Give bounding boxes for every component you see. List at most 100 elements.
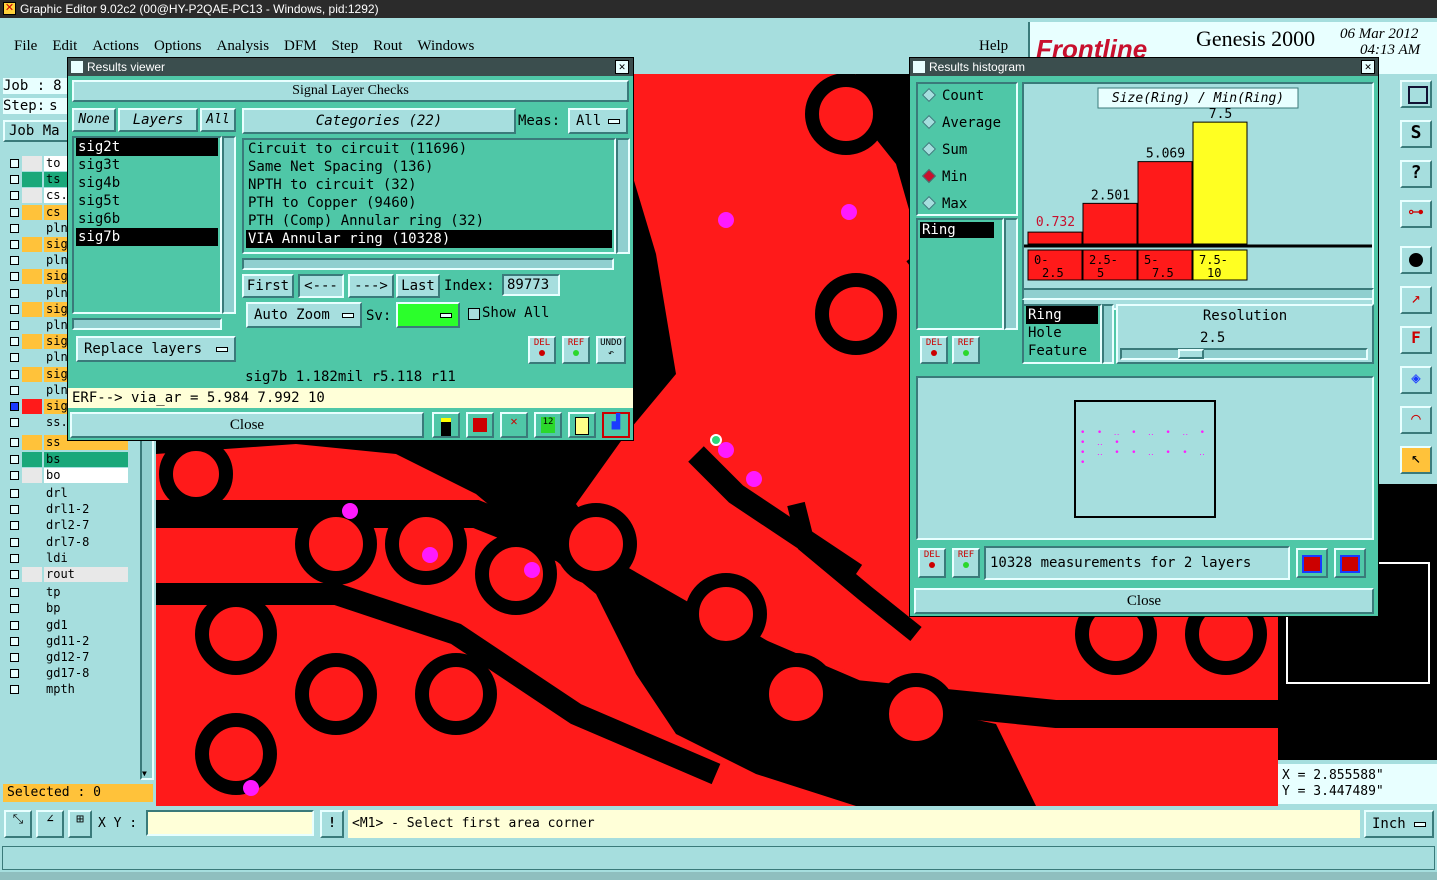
result-layer-item[interactable]: sig6b <box>76 210 218 228</box>
layer-row[interactable]: gd12-7 <box>6 650 128 665</box>
menu-analysis[interactable]: Analysis <box>217 38 270 55</box>
prev-button[interactable]: <--- <box>298 274 344 298</box>
layer-checkbox[interactable] <box>10 620 19 630</box>
histogram-bar[interactable] <box>1137 161 1193 245</box>
category-item[interactable]: Same Net Spacing (136) <box>246 158 612 176</box>
layer-checkbox[interactable] <box>10 669 19 679</box>
meas-dropdown[interactable]: All <box>568 108 628 134</box>
result-layer-item[interactable]: sig3t <box>76 156 218 174</box>
results-viewer-titlebar[interactable]: Results viewer <box>68 58 633 76</box>
category-item[interactable]: Circuit to circuit (11696) <box>246 140 612 158</box>
toolbar-btn-4[interactable]: ⊶ <box>1400 200 1432 228</box>
replace-layers-dropdown[interactable]: Replace layers <box>76 336 236 362</box>
toolbar-btn-10[interactable]: ↖ <box>1400 446 1432 474</box>
undo-button[interactable]: UNDO ↶ <box>596 336 626 364</box>
layer-checkbox[interactable] <box>10 223 19 233</box>
category-item[interactable]: PTH (Comp) Annular ring (32) <box>246 212 612 230</box>
snap-button-2[interactable]: ∠ <box>36 810 64 838</box>
menu-options[interactable]: Options <box>154 38 202 55</box>
histogram-item-scrollbar[interactable] <box>1004 218 1018 330</box>
histogram-bar[interactable] <box>1027 231 1083 245</box>
layer-checkbox[interactable] <box>10 454 19 464</box>
hist-del-button[interactable]: DEL <box>918 548 946 578</box>
layer-checkbox[interactable] <box>10 402 19 411</box>
layer-row[interactable]: drl2-7 <box>6 518 128 534</box>
units-dropdown[interactable]: Inch <box>1364 810 1434 838</box>
layer-row[interactable]: drl1-2 <box>6 502 128 518</box>
layer-checkbox[interactable] <box>10 321 19 330</box>
layer-checkbox[interactable] <box>10 353 19 363</box>
del-button[interactable]: DEL <box>528 336 556 364</box>
layer-checkbox[interactable] <box>10 570 19 579</box>
layer-checkbox[interactable] <box>10 159 19 168</box>
layer-checkbox[interactable] <box>10 505 19 515</box>
layer-checkbox[interactable] <box>10 304 19 314</box>
resolution-slider-thumb[interactable] <box>1178 349 1204 359</box>
layer-checkbox[interactable] <box>10 553 19 563</box>
tool-btn-1[interactable] <box>432 412 460 438</box>
layer-checkbox[interactable] <box>10 369 19 379</box>
layer-checkbox[interactable] <box>10 191 19 201</box>
layer-checkbox[interactable] <box>10 337 19 347</box>
toolbar-btn-6[interactable]: ↗ <box>1400 286 1432 314</box>
layer-checkbox[interactable] <box>10 240 19 249</box>
ref-button[interactable]: REF <box>562 336 590 364</box>
layer-checkbox[interactable] <box>10 636 19 646</box>
hist-ref-button[interactable]: REF <box>952 548 980 578</box>
tool-btn-4[interactable]: 12 <box>534 412 562 438</box>
first-button[interactable]: First <box>242 274 294 298</box>
export-button-1[interactable] <box>1296 548 1328 578</box>
histogram-chart[interactable]: Size(Ring) / Min(Ring) 0.732 0-2.5 2.501 2.5… <box>1024 84 1372 308</box>
layer-checkbox[interactable] <box>10 489 19 498</box>
categories-hscroll[interactable] <box>242 258 614 270</box>
category-item[interactable]: NPTH to circuit (32) <box>246 176 612 194</box>
histogram-item-list[interactable]: Ring <box>916 218 1004 330</box>
layer-checkbox[interactable] <box>10 175 19 185</box>
layer-row[interactable]: gd17-8 <box>6 666 128 682</box>
results-viewer-close-icon[interactable]: ✕ <box>615 60 629 74</box>
histogram-button[interactable]: ▟ <box>602 412 630 438</box>
layer-row[interactable]: tp <box>6 585 128 601</box>
snap-button-1[interactable]: ⤡ <box>4 810 32 838</box>
toolbar-btn-3[interactable]: ? <box>1400 160 1432 188</box>
index-input[interactable]: 89773 <box>502 274 560 296</box>
mode-option-max[interactable]: Max <box>921 195 967 216</box>
layer-checkbox[interactable] <box>10 438 19 448</box>
job-matrix-button[interactable]: Job Ma <box>3 120 69 142</box>
attribute-item[interactable]: Hole <box>1026 324 1098 342</box>
attribute-list[interactable]: Ring Hole Feature <box>1022 304 1102 364</box>
attribute-scrollbar[interactable] <box>1102 304 1114 364</box>
mode-option-min[interactable]: Min <box>921 168 967 189</box>
mode-option-sum[interactable]: Sum <box>921 141 967 162</box>
layer-checkbox[interactable] <box>10 588 19 598</box>
layer-checkbox[interactable] <box>10 288 19 298</box>
hist-ref-button-top[interactable]: REF <box>952 336 980 364</box>
histogram-item-ring[interactable]: Ring <box>920 222 994 238</box>
layer-row[interactable]: bo <box>6 467 128 483</box>
next-button[interactable]: ---> <box>348 274 394 298</box>
menu-actions[interactable]: Actions <box>92 38 139 55</box>
menu-rout[interactable]: Rout <box>373 38 402 55</box>
layer-checkbox[interactable] <box>10 470 19 480</box>
layer-checkbox[interactable] <box>10 385 19 395</box>
histogram-titlebar[interactable]: Results histogram <box>910 58 1378 76</box>
layers-all-button[interactable]: All <box>200 108 236 132</box>
toolbar-btn-8[interactable]: ◈ <box>1400 366 1432 394</box>
layer-checkbox[interactable] <box>10 256 19 266</box>
histogram-close-icon[interactable]: ✕ <box>1361 60 1375 74</box>
layer-checkbox[interactable] <box>10 272 19 282</box>
layer-row[interactable]: bp <box>6 601 128 617</box>
layer-row[interactable]: rout <box>6 567 128 582</box>
categories-scrollbar[interactable] <box>616 138 630 254</box>
auto-zoom-dropdown[interactable]: Auto Zoom <box>246 302 362 328</box>
layer-row[interactable]: gd11-2 <box>6 633 128 649</box>
layer-results-list[interactable]: sig2t sig3t sig4b sig5t sig6b sig7b <box>72 136 222 314</box>
export-button-2[interactable] <box>1334 548 1366 578</box>
layer-row[interactable]: ldi <box>6 550 128 566</box>
category-item[interactable]: PTH to Copper (9460) <box>246 194 612 212</box>
toolbar-btn-1[interactable] <box>1400 80 1432 108</box>
mode-option-average[interactable]: Average <box>921 114 1001 135</box>
scroll-down-arrow[interactable]: ▼ <box>142 769 152 778</box>
result-layer-item[interactable]: sig2t <box>76 138 218 156</box>
layer-row[interactable]: drl <box>6 486 128 501</box>
